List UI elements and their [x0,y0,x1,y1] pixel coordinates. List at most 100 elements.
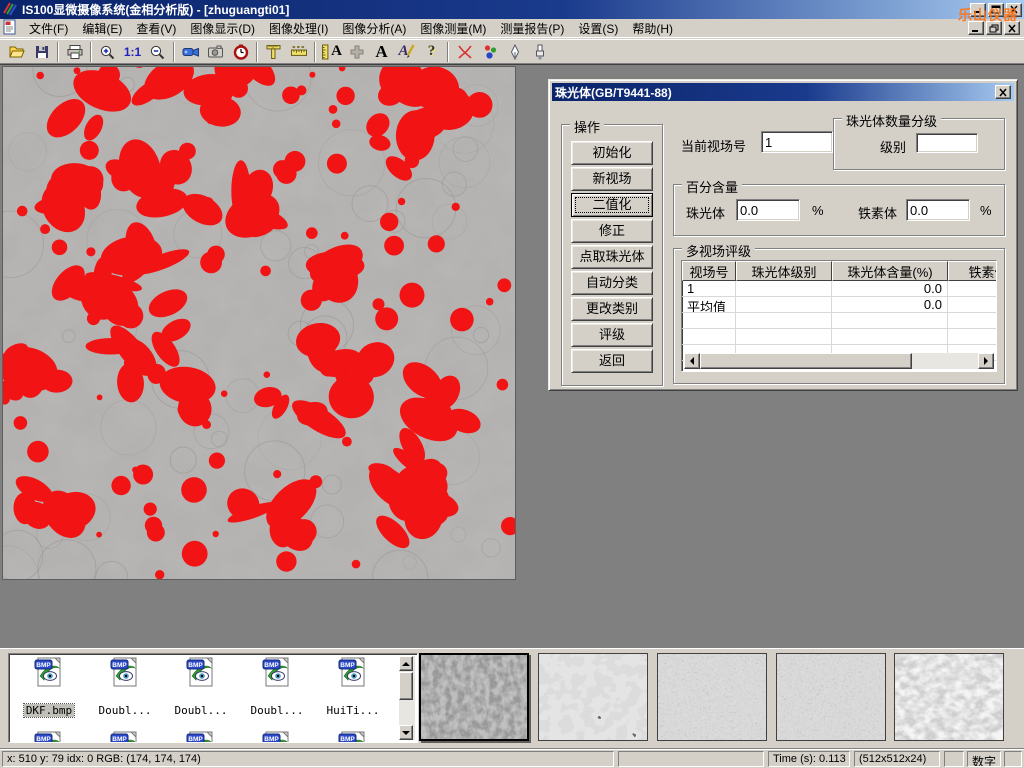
multi-field-group-label: 多视场评级 [682,241,755,260]
rating-table[interactable]: 视场号 珠光体级别 珠光体含量(%) 铁素体 1 0.0 平均值 0.0 [681,260,997,372]
video-camera-button[interactable] [178,41,203,63]
file-item[interactable]: BMP [11,730,87,743]
file-item[interactable]: BMP [239,730,315,743]
minimize-button[interactable] [970,3,986,17]
pen-tool-button[interactable] [502,41,527,63]
scroll-up-button[interactable] [399,656,413,671]
status-coordinates: x: 510 y: 79 idx: 0 RGB: (174, 174, 174) [2,751,614,767]
calibrate-button[interactable]: A [319,41,344,63]
marker-tool-button[interactable] [477,41,502,63]
bmp-file-icon: BMP [239,730,315,743]
child-minimize-button[interactable] [968,21,984,35]
menu-image-display[interactable]: 图像显示(D) [183,18,262,39]
child-restore-button[interactable] [986,21,1002,35]
menu-help[interactable]: 帮助(H) [625,18,680,39]
file-name[interactable]: DKF.bmp [24,704,74,717]
maximize-button[interactable] [988,3,1004,17]
help-button[interactable]: ? [419,41,444,63]
ferrite-percent-input[interactable] [906,199,970,221]
file-item[interactable]: BMP [315,730,391,743]
status-time: Time (s): 0.113 [768,751,850,767]
file-list-scrollbar[interactable] [399,656,415,740]
metallographic-image[interactable] [3,67,515,579]
move-tool-button[interactable] [344,41,369,63]
binarize-button[interactable]: 二值化 [571,193,653,217]
child-close-button[interactable] [1004,21,1020,35]
actual-size-button[interactable]: 1:1 [120,41,145,63]
change-class-button[interactable]: 更改类别 [571,297,653,321]
pearlite-percent-input[interactable] [736,199,800,221]
menu-edit[interactable]: 编辑(E) [75,18,129,39]
bmp-file-icon: BMP [163,730,239,743]
caliper-button[interactable] [261,41,286,63]
file-item[interactable]: BMP Doubl... [87,656,163,717]
window-title: IS100显微摄像系统(金相分析版) - [zhuguangti01] [22,1,289,18]
new-field-button[interactable]: 新视场 [571,167,653,191]
menu-image-analysis[interactable]: 图像分析(A) [335,18,413,39]
menu-measure-report[interactable]: 测量报告(P) [493,18,571,39]
file-item[interactable]: BMP HuiTi... [315,656,391,717]
file-name[interactable]: Doubl... [249,704,306,717]
table-hscrollbar[interactable] [684,353,994,369]
zoom-in-button[interactable] [95,41,120,63]
rate-button[interactable]: 评级 [571,323,653,347]
col-ferrite[interactable]: 铁素体 [948,261,997,281]
camera-button[interactable] [203,41,228,63]
thumbnail-4[interactable] [776,653,886,741]
col-pearlite[interactable]: 珠光体含量(%) [832,261,948,281]
bmp-file-icon: BMP [11,730,87,743]
thumbnail-1[interactable] [419,653,529,741]
return-button[interactable]: 返回 [571,349,653,373]
open-button[interactable] [4,41,29,63]
file-item[interactable]: BMP Doubl... [163,656,239,717]
scroll-down-button[interactable] [399,725,413,740]
zoom-out-button[interactable] [145,41,170,63]
pick-pearlite-button[interactable]: 点取珠光体 [571,245,653,269]
scroll-thumb[interactable] [399,672,413,700]
file-name[interactable]: HuiTi... [325,704,382,717]
level-input[interactable] [916,133,978,153]
scroll-right-button[interactable] [978,353,994,369]
scroll-left-button[interactable] [684,353,700,369]
col-field[interactable]: 视场号 [682,261,736,281]
file-item[interactable]: BMP [163,730,239,743]
table-row[interactable]: 1 0.0 [682,281,996,297]
file-item[interactable]: BMP DKF.bmp [11,656,87,717]
menu-image-measure[interactable]: 图像测量(M) [413,18,493,39]
svg-text:BMP: BMP [112,662,127,669]
document-icon[interactable] [2,19,18,38]
init-button[interactable]: 初始化 [571,141,653,165]
text-tool-button[interactable]: A [369,41,394,63]
menu-settings[interactable]: 设置(S) [571,18,625,39]
thumbnail-5[interactable] [894,653,1004,741]
file-name[interactable]: Doubl... [173,704,230,717]
file-item[interactable]: BMP [87,730,163,743]
curve-tool-button[interactable] [452,41,477,63]
menu-file[interactable]: 文件(F) [22,18,75,39]
correct-button[interactable]: 修正 [571,219,653,243]
table-row-empty [682,313,996,329]
menu-view[interactable]: 查看(V) [129,18,183,39]
table-header: 视场号 珠光体级别 珠光体含量(%) 铁素体 [682,261,996,281]
svg-text:BMP: BMP [188,662,203,669]
thumbnail-3[interactable] [657,653,767,741]
file-name[interactable]: Doubl... [97,704,154,717]
edit-text-button[interactable]: A [394,41,419,63]
menu-image-processing[interactable]: 图像处理(I) [262,18,335,39]
print-button[interactable] [62,41,87,63]
file-item[interactable]: BMP Doubl... [239,656,315,717]
auto-classify-button[interactable]: 自动分类 [571,271,653,295]
brush-tool-button[interactable] [527,41,552,63]
dialog-close-button[interactable] [995,85,1011,99]
app-icon [2,1,18,19]
col-grade[interactable]: 珠光体级别 [736,261,832,281]
file-list[interactable]: BMP DKF.bmp BMP Doubl... BMP Doubl... BM… [8,653,418,743]
ruler-button[interactable] [286,41,311,63]
table-row[interactable]: 平均值 0.0 [682,297,996,313]
save-button[interactable] [29,41,54,63]
close-button[interactable] [1006,3,1022,17]
scroll-thumb[interactable] [700,353,912,369]
current-field-input[interactable] [761,131,833,153]
timer-button[interactable] [228,41,253,63]
thumbnail-2[interactable] [538,653,648,741]
